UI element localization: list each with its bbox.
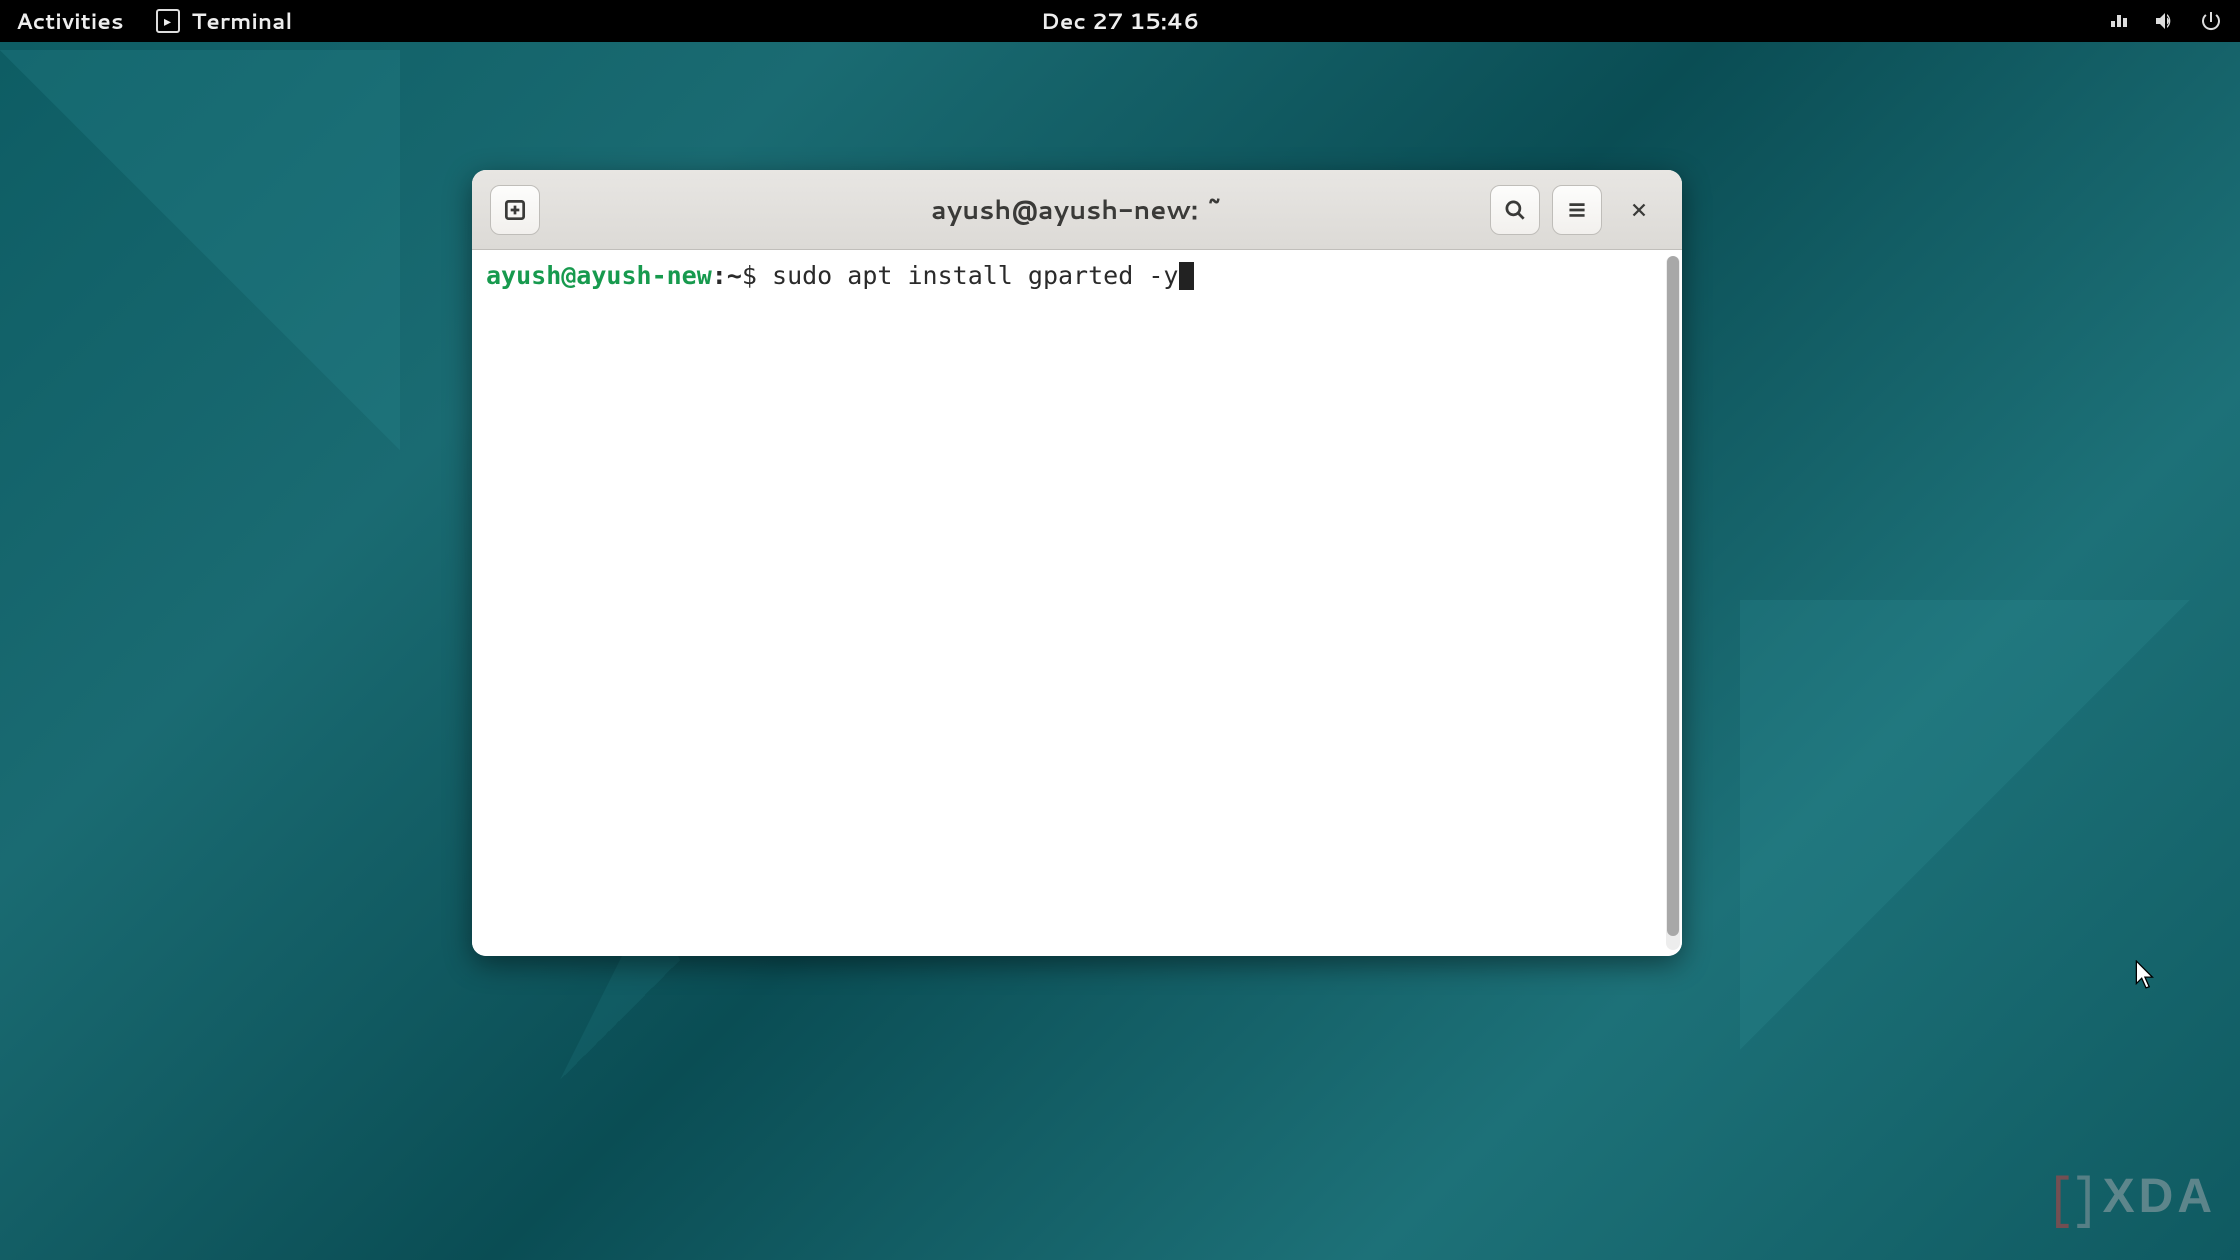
scrollbar-thumb[interactable] — [1667, 256, 1679, 936]
terminal-cursor — [1179, 262, 1194, 290]
terminal-scrollbar[interactable] — [1666, 256, 1680, 950]
search-button[interactable] — [1490, 185, 1540, 235]
prompt-user-host: ayush@ayush-new — [486, 261, 712, 290]
window-title: ayush@ayush-new: ~ — [931, 192, 1223, 228]
volume-icon — [2152, 8, 2178, 34]
watermark-bracket-left: [ — [2049, 1157, 2070, 1236]
terminal-icon: ▸ — [156, 9, 180, 33]
prompt-colon: : — [712, 261, 727, 290]
prompt-path: ~ — [727, 261, 742, 290]
terminal-content[interactable]: ayush@ayush-new:~$ sudo apt install gpar… — [472, 250, 1682, 956]
clock[interactable]: Dec 27 15:46 — [1041, 6, 1200, 37]
wallpaper-shape — [0, 50, 400, 450]
mouse-pointer — [2134, 960, 2158, 990]
window-titlebar[interactable]: ayush@ayush-new: ~ — [472, 170, 1682, 250]
xda-watermark: [] XDA — [2049, 1157, 2216, 1236]
system-status-area[interactable] — [2106, 8, 2224, 34]
watermark-bracket-right: ] — [2076, 1157, 2097, 1236]
watermark-text: XDA — [2103, 1169, 2216, 1224]
active-app-indicator[interactable]: ▸ Terminal — [156, 6, 293, 37]
menu-button[interactable] — [1552, 185, 1602, 235]
command-text: sudo apt install gparted -y — [772, 261, 1178, 290]
wallpaper-shape — [1740, 600, 2240, 1100]
terminal-window: ayush@ayush-new: ~ ayush@ayush-new:~$ su… — [472, 170, 1682, 956]
new-tab-button[interactable] — [490, 185, 540, 235]
close-button[interactable] — [1614, 185, 1664, 235]
active-app-name: Terminal — [192, 6, 293, 37]
network-icon — [2106, 8, 2132, 34]
gnome-top-panel: Activities ▸ Terminal Dec 27 15:46 — [0, 0, 2240, 42]
power-icon — [2198, 8, 2224, 34]
prompt-symbol: $ — [742, 261, 757, 290]
activities-button[interactable]: Activities — [16, 6, 124, 37]
